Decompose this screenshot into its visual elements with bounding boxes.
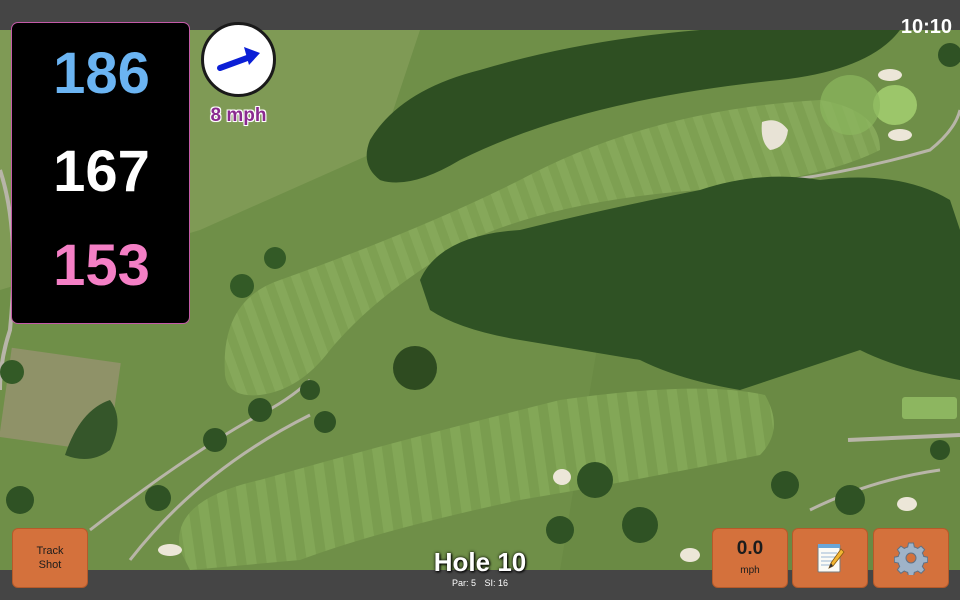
distance-panel: 186 167 153 [11, 22, 190, 324]
speed-value: 0.0 [736, 538, 764, 559]
gear-icon [894, 542, 928, 575]
track-shot-label-line1: Track [36, 545, 64, 557]
notepad-icon [817, 544, 845, 573]
speed-unit: mph [740, 565, 760, 576]
hole-title: Hole 10 [433, 547, 527, 577]
hole-par: Par: 5 [451, 578, 476, 588]
wind-arrow-icon [217, 47, 260, 71]
wind-speed: 8 mph [210, 105, 267, 126]
distance-front: 153 [53, 233, 150, 298]
track-shot-label-line2: Shot [38, 559, 62, 571]
speed-button[interactable]: 0.0 mph [712, 528, 788, 588]
distance-back: 186 [53, 41, 150, 106]
settings-button[interactable] [873, 528, 949, 588]
notes-button[interactable] [792, 528, 868, 588]
status-clock: 10:10 [900, 16, 952, 38]
golf-gps-screen: 10:10 186 167 153 8 mph Track Shot Hole … [0, 0, 960, 600]
hole-meta: Par: 5 SI: 16 [380, 577, 580, 589]
track-shot-button[interactable]: Track Shot [12, 528, 88, 588]
wind-indicator [201, 22, 276, 97]
hole-stroke-index: SI: 16 [484, 578, 509, 588]
distance-middle: 167 [53, 139, 150, 204]
